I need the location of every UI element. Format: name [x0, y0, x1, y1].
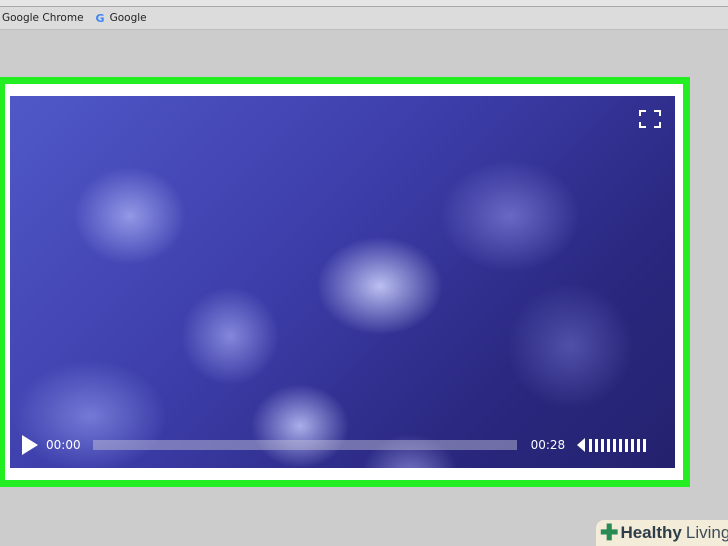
google-icon: G [95, 11, 105, 25]
volume-bar[interactable] [625, 438, 629, 452]
volume-bar[interactable] [589, 438, 593, 452]
volume-bar[interactable] [613, 438, 617, 452]
bookmark-google[interactable]: G Google [96, 12, 147, 25]
volume-bar[interactable] [631, 438, 635, 452]
fullscreen-icon[interactable] [639, 110, 661, 128]
bookmarks-bar: n Google Chrome G Google [0, 7, 728, 30]
volume-bar[interactable] [601, 438, 605, 452]
volume-control[interactable] [577, 438, 649, 452]
current-time: 00:00 [46, 438, 81, 452]
player-controls: 00:00 00:28 [10, 434, 675, 456]
volume-bar[interactable] [595, 438, 599, 452]
video-player[interactable]: 00:00 00:28 [10, 96, 675, 468]
volume-icon[interactable] [577, 438, 586, 452]
healthy-living-logo: ✚ Healthy Living [596, 520, 728, 546]
volume-bar[interactable] [619, 438, 623, 452]
volume-bar[interactable] [637, 438, 641, 452]
play-icon[interactable] [22, 435, 38, 455]
duration: 00:28 [530, 438, 566, 452]
browser-top-bar [0, 0, 728, 7]
volume-bar[interactable] [643, 438, 647, 452]
video-container: 00:00 00:28 [5, 84, 683, 480]
volume-bar[interactable] [607, 438, 611, 452]
bookmark-google-chrome[interactable]: n Google Chrome [0, 12, 84, 24]
cross-icon: ✚ [600, 520, 619, 545]
highlight-frame: 00:00 00:28 [0, 77, 690, 487]
progress-bar[interactable] [92, 440, 517, 450]
